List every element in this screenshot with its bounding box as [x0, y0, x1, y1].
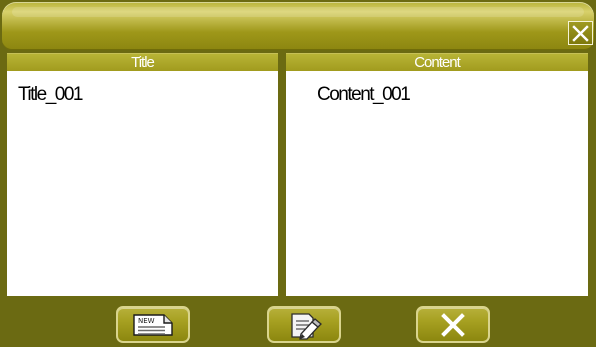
content-list-item[interactable]: Content_001 — [317, 84, 411, 106]
close-icon — [572, 24, 589, 42]
content-header-label: Content — [414, 54, 461, 71]
bottom-toolbar: NEW — [0, 296, 596, 347]
content-column-header: Content — [286, 53, 588, 71]
title-header-label: Title — [131, 54, 155, 71]
titlebar-sheen — [12, 7, 584, 17]
edit-note-button[interactable] — [267, 306, 341, 343]
new-note-button[interactable]: NEW — [116, 306, 190, 343]
title-column: Title Title_001 — [7, 53, 278, 296]
title-column-header: Title — [7, 53, 278, 71]
delete-note-button[interactable] — [416, 306, 490, 343]
content-list: Content_001 — [286, 71, 588, 296]
window-close-button[interactable] — [568, 21, 593, 45]
title-list-item[interactable]: Title_001 — [18, 84, 83, 106]
new-icon: NEW — [133, 313, 173, 336]
edit-icon — [291, 312, 322, 340]
new-icon-label: NEW — [138, 317, 155, 325]
content-column: Content Content_001 — [286, 53, 588, 296]
content-text: Content_001 — [317, 84, 411, 105]
title-list: Title_001 — [7, 71, 278, 296]
window-titlebar — [2, 2, 594, 50]
title-text: Title_001 — [18, 84, 83, 105]
delete-icon — [441, 312, 465, 337]
note-app-window: Title Title_001 Content Content_001 NEW — [0, 0, 596, 347]
